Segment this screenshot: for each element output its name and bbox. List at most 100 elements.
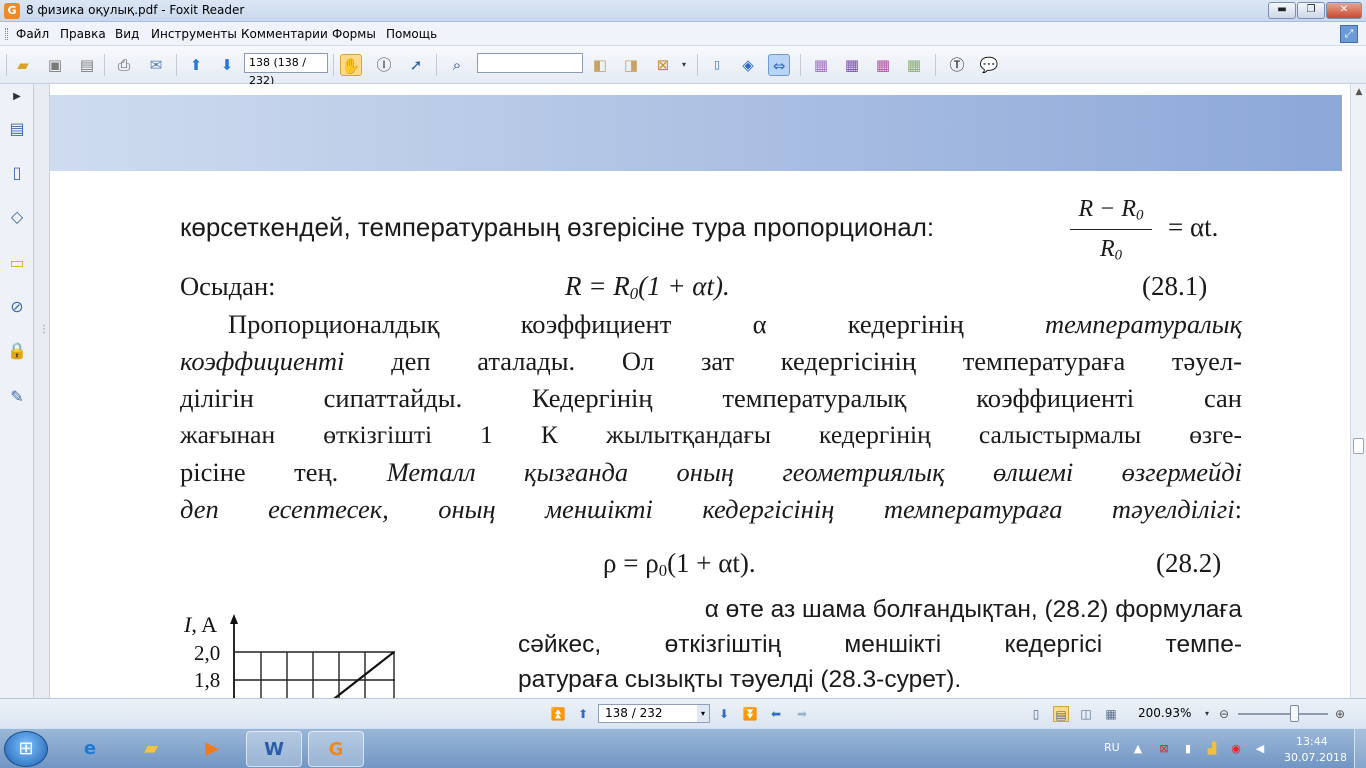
volume-icon[interactable]: ◀: [1252, 741, 1268, 757]
menu-file[interactable]: Файл: [16, 27, 49, 41]
zoom-slider-track[interactable]: [1238, 713, 1328, 715]
expand-panel-icon[interactable]: ▶: [6, 86, 28, 108]
pdf-create-icon[interactable]: ▦: [810, 54, 832, 76]
paragraph-2-line-3: ратураға сызықты тәуелді (28.3-сурет).: [518, 666, 962, 693]
print-icon[interactable]: ⎙: [113, 54, 135, 76]
fit-width-icon[interactable]: ⇔: [768, 54, 790, 76]
close-button[interactable]: ✕: [1326, 2, 1362, 19]
tray-expand-icon[interactable]: ▲: [1130, 741, 1146, 757]
media-player-icon[interactable]: ▶: [184, 731, 240, 767]
next-page-status-icon[interactable]: ⬇: [716, 706, 732, 722]
previous-page-icon[interactable]: ⬆: [185, 54, 207, 76]
toolbar-separator: [935, 54, 936, 76]
maximize-button[interactable]: ❐: [1297, 2, 1325, 19]
status-page-field[interactable]: 138 / 232 ▾: [598, 704, 710, 723]
hand-tool-icon[interactable]: ✋: [340, 54, 362, 76]
formula-fraction: R − R0 R0: [1070, 196, 1152, 264]
show-desktop-button[interactable]: [1354, 729, 1366, 768]
foxit-reader-taskbar-icon[interactable]: G: [308, 731, 364, 767]
page-dropdown-icon[interactable]: ▾: [697, 705, 709, 722]
clock-time[interactable]: 13:44: [1296, 735, 1328, 748]
typewriter-icon[interactable]: Ⓣ: [946, 54, 968, 76]
equation-28-2-sub: 0: [658, 561, 668, 581]
bookmarks-icon[interactable]: ◇: [6, 206, 28, 228]
internet-explorer-icon[interactable]: e: [62, 731, 118, 767]
pages-icon[interactable]: ▤: [6, 118, 28, 140]
open-folder-icon[interactable]: ▰: [12, 54, 34, 76]
save-icon[interactable]: ▣: [44, 54, 66, 76]
fraction-numerator: R − R0: [1070, 196, 1152, 225]
foxit-app-icon[interactable]: G: [4, 3, 20, 19]
search-input[interactable]: [477, 53, 583, 73]
search-options-dropdown-icon[interactable]: ▾: [679, 54, 689, 76]
scroll-thumb[interactable]: [1353, 438, 1364, 454]
menu-edit[interactable]: Правка: [60, 27, 106, 41]
email-icon[interactable]: ✉: [145, 54, 167, 76]
facing-view-icon[interactable]: ◫: [1078, 706, 1094, 722]
antivirus-tray-icon[interactable]: ◉: [1228, 741, 1244, 757]
go-forward-icon[interactable]: ➡: [794, 706, 810, 722]
paragraph-1-line-6: деп есептесек, оның меншікті кедергісіні…: [180, 494, 1242, 525]
security-lock-icon[interactable]: 🔒: [6, 340, 28, 362]
first-page-icon[interactable]: ⏫: [550, 706, 566, 722]
pdf-convert-icon[interactable]: ▦: [841, 54, 863, 76]
menu-tools[interactable]: Инструменты: [151, 27, 237, 41]
page-number-field[interactable]: 138 (138 / 232): [244, 53, 328, 87]
signal-strength-icon[interactable]: ▟: [1204, 741, 1220, 757]
fullscreen-icon[interactable]: ⤢: [1340, 25, 1358, 43]
page-thumbnails-icon[interactable]: ▯: [6, 162, 28, 184]
actual-size-icon[interactable]: ▯: [706, 54, 728, 76]
language-indicator[interactable]: RU: [1104, 741, 1120, 754]
graph-grid: [235, 651, 395, 698]
pdf-merge-icon[interactable]: ▦: [872, 54, 894, 76]
zoom-dropdown-icon[interactable]: ▾: [1202, 706, 1212, 722]
find-next-icon[interactable]: ◨: [620, 54, 642, 76]
minimize-button[interactable]: ▬: [1268, 2, 1296, 19]
attachments-icon[interactable]: ⊘: [6, 296, 28, 318]
battery-icon[interactable]: ▮: [1180, 741, 1196, 757]
select-pointer-icon[interactable]: ➚: [405, 54, 427, 76]
comments-panel-icon[interactable]: ▭: [6, 252, 28, 274]
continuous-facing-view-icon[interactable]: ▦: [1103, 706, 1119, 722]
previous-page-status-icon[interactable]: ⬆: [575, 706, 591, 722]
paragraph-1-line-5: рісіне тең. Металл қызғанда оның геометр…: [180, 457, 1242, 488]
page-top-margin: [50, 84, 1350, 95]
zoom-out-icon[interactable]: ⊖: [1216, 706, 1232, 722]
scroll-up-icon[interactable]: ▲: [1351, 84, 1366, 100]
panel-splitter[interactable]: ⋮: [34, 84, 50, 698]
signature-icon[interactable]: ✎: [6, 386, 28, 408]
single-page-view-icon[interactable]: ▯: [1028, 706, 1044, 722]
p1-l6-italic: деп есептесек, оның меншікті кедергісіні…: [180, 494, 1235, 524]
note-comment-icon[interactable]: 💬: [978, 54, 1000, 76]
menu-view[interactable]: Вид: [115, 27, 139, 41]
fit-page-icon[interactable]: ◈: [737, 54, 759, 76]
figure-28-3: I, A 2,0 1,8: [180, 612, 410, 698]
microsoft-word-icon[interactable]: W: [246, 731, 302, 767]
menu-comments[interactable]: Комментарии: [241, 27, 328, 41]
document-page[interactable]: көрсеткендей, температураның өзгерісіне …: [50, 84, 1350, 698]
windows-start-icon[interactable]: ⊞: [4, 731, 48, 767]
clock-date[interactable]: 30.07.2018: [1284, 751, 1347, 764]
network-status-icon[interactable]: ⊠: [1156, 741, 1172, 757]
zoom-slider-knob[interactable]: [1290, 705, 1299, 722]
go-back-icon[interactable]: ⬅: [768, 706, 784, 722]
graph-tick-2-0: 2,0: [194, 641, 220, 665]
select-text-icon[interactable]: Ⓘ: [373, 54, 395, 76]
binoculars-icon[interactable]: ⌕: [446, 54, 468, 76]
menu-forms[interactable]: Формы: [332, 27, 376, 41]
next-page-icon[interactable]: ⬇: [216, 54, 238, 76]
toolbar-separator: [697, 54, 698, 76]
zoom-in-icon[interactable]: ⊕: [1332, 706, 1348, 722]
zoom-level[interactable]: 200.93%: [1138, 706, 1191, 720]
find-previous-icon[interactable]: ◧: [589, 54, 611, 76]
file-explorer-icon[interactable]: ▰: [123, 731, 179, 767]
vertical-scrollbar[interactable]: ▲: [1350, 84, 1366, 698]
pdf-export-icon[interactable]: ▦: [903, 54, 925, 76]
paragraph-1-line-4: жағынан өткізгішті 1 К жылытқандағы кеде…: [180, 420, 1242, 449]
paragraph-1-line-3: ділігін сипаттайды. Кедергінің температу…: [180, 383, 1242, 413]
continuous-view-icon[interactable]: ▤: [1053, 706, 1069, 722]
last-page-icon[interactable]: ⏬: [742, 706, 758, 722]
menu-help[interactable]: Помощь: [386, 27, 437, 41]
search-options-icon[interactable]: ⊠: [652, 54, 674, 76]
save-as-icon[interactable]: ▤: [76, 54, 98, 76]
